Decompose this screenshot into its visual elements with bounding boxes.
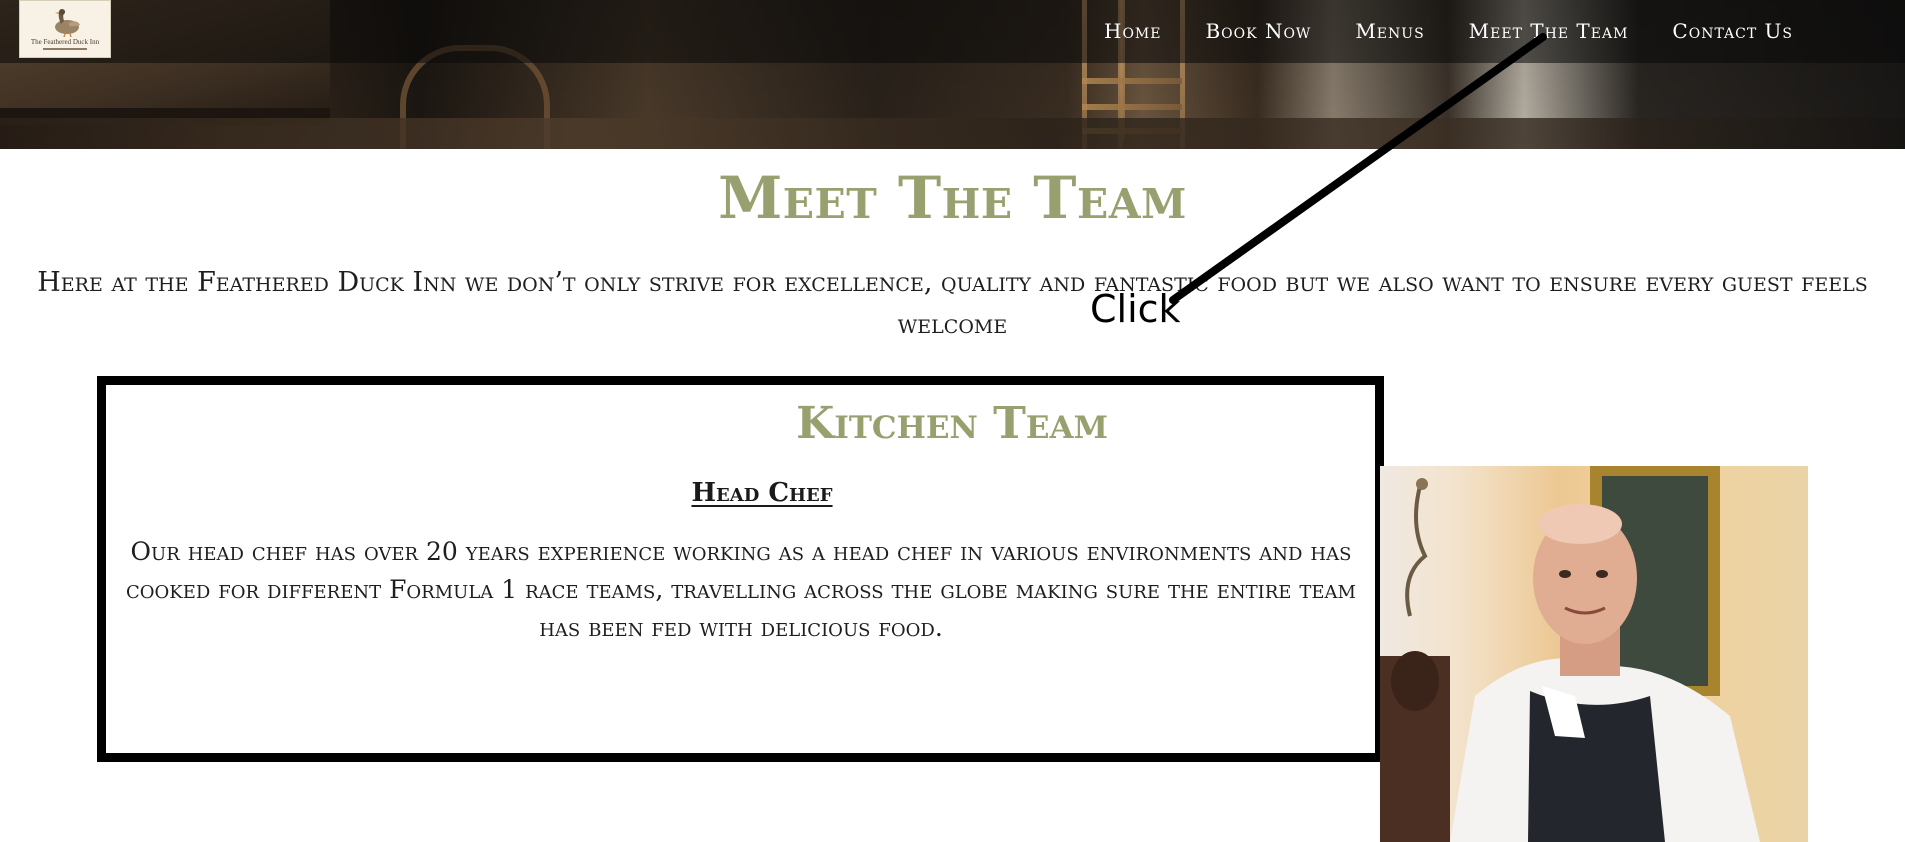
nav-book-now[interactable]: Book Now bbox=[1205, 18, 1311, 44]
duck-icon bbox=[55, 9, 80, 37]
chef-photo-illustration bbox=[1380, 466, 1760, 842]
hero-banner: The Feathered Duck Inn Home Book Now Men… bbox=[0, 0, 1905, 149]
hero-table-edge-decoration bbox=[0, 108, 330, 118]
nav-menus[interactable]: Menus bbox=[1355, 18, 1424, 44]
nav-meet-the-team[interactable]: Meet The Team bbox=[1469, 18, 1629, 44]
role-description: Our head chef has over 20 years experien… bbox=[126, 537, 1356, 642]
hero-chair-rail bbox=[1082, 78, 1182, 84]
main-nav: Home Book Now Menus Meet The Team Contac… bbox=[1104, 18, 1793, 44]
site-logo[interactable]: The Feathered Duck Inn bbox=[19, 0, 111, 58]
hero-floor-decoration bbox=[0, 118, 1905, 149]
logo-underline bbox=[43, 48, 87, 50]
hero-chair-rail bbox=[1082, 104, 1182, 110]
role-title: Head Chef bbox=[691, 478, 833, 508]
nav-bar: The Feathered Duck Inn Home Book Now Men… bbox=[0, 0, 1905, 63]
nav-contact-us[interactable]: Contact Us bbox=[1672, 18, 1793, 44]
nav-home[interactable]: Home bbox=[1104, 18, 1161, 44]
intro-text: Here at the Feathered Duck Inn we don’t … bbox=[37, 267, 1868, 340]
logo-name: The Feathered Duck Inn bbox=[30, 38, 100, 46]
click-annotation-label: Click bbox=[1090, 287, 1181, 331]
head-chef-photo bbox=[1380, 466, 1808, 842]
section-title: Kitchen Team bbox=[796, 398, 1108, 449]
page-title: Meet The Team bbox=[718, 164, 1187, 232]
